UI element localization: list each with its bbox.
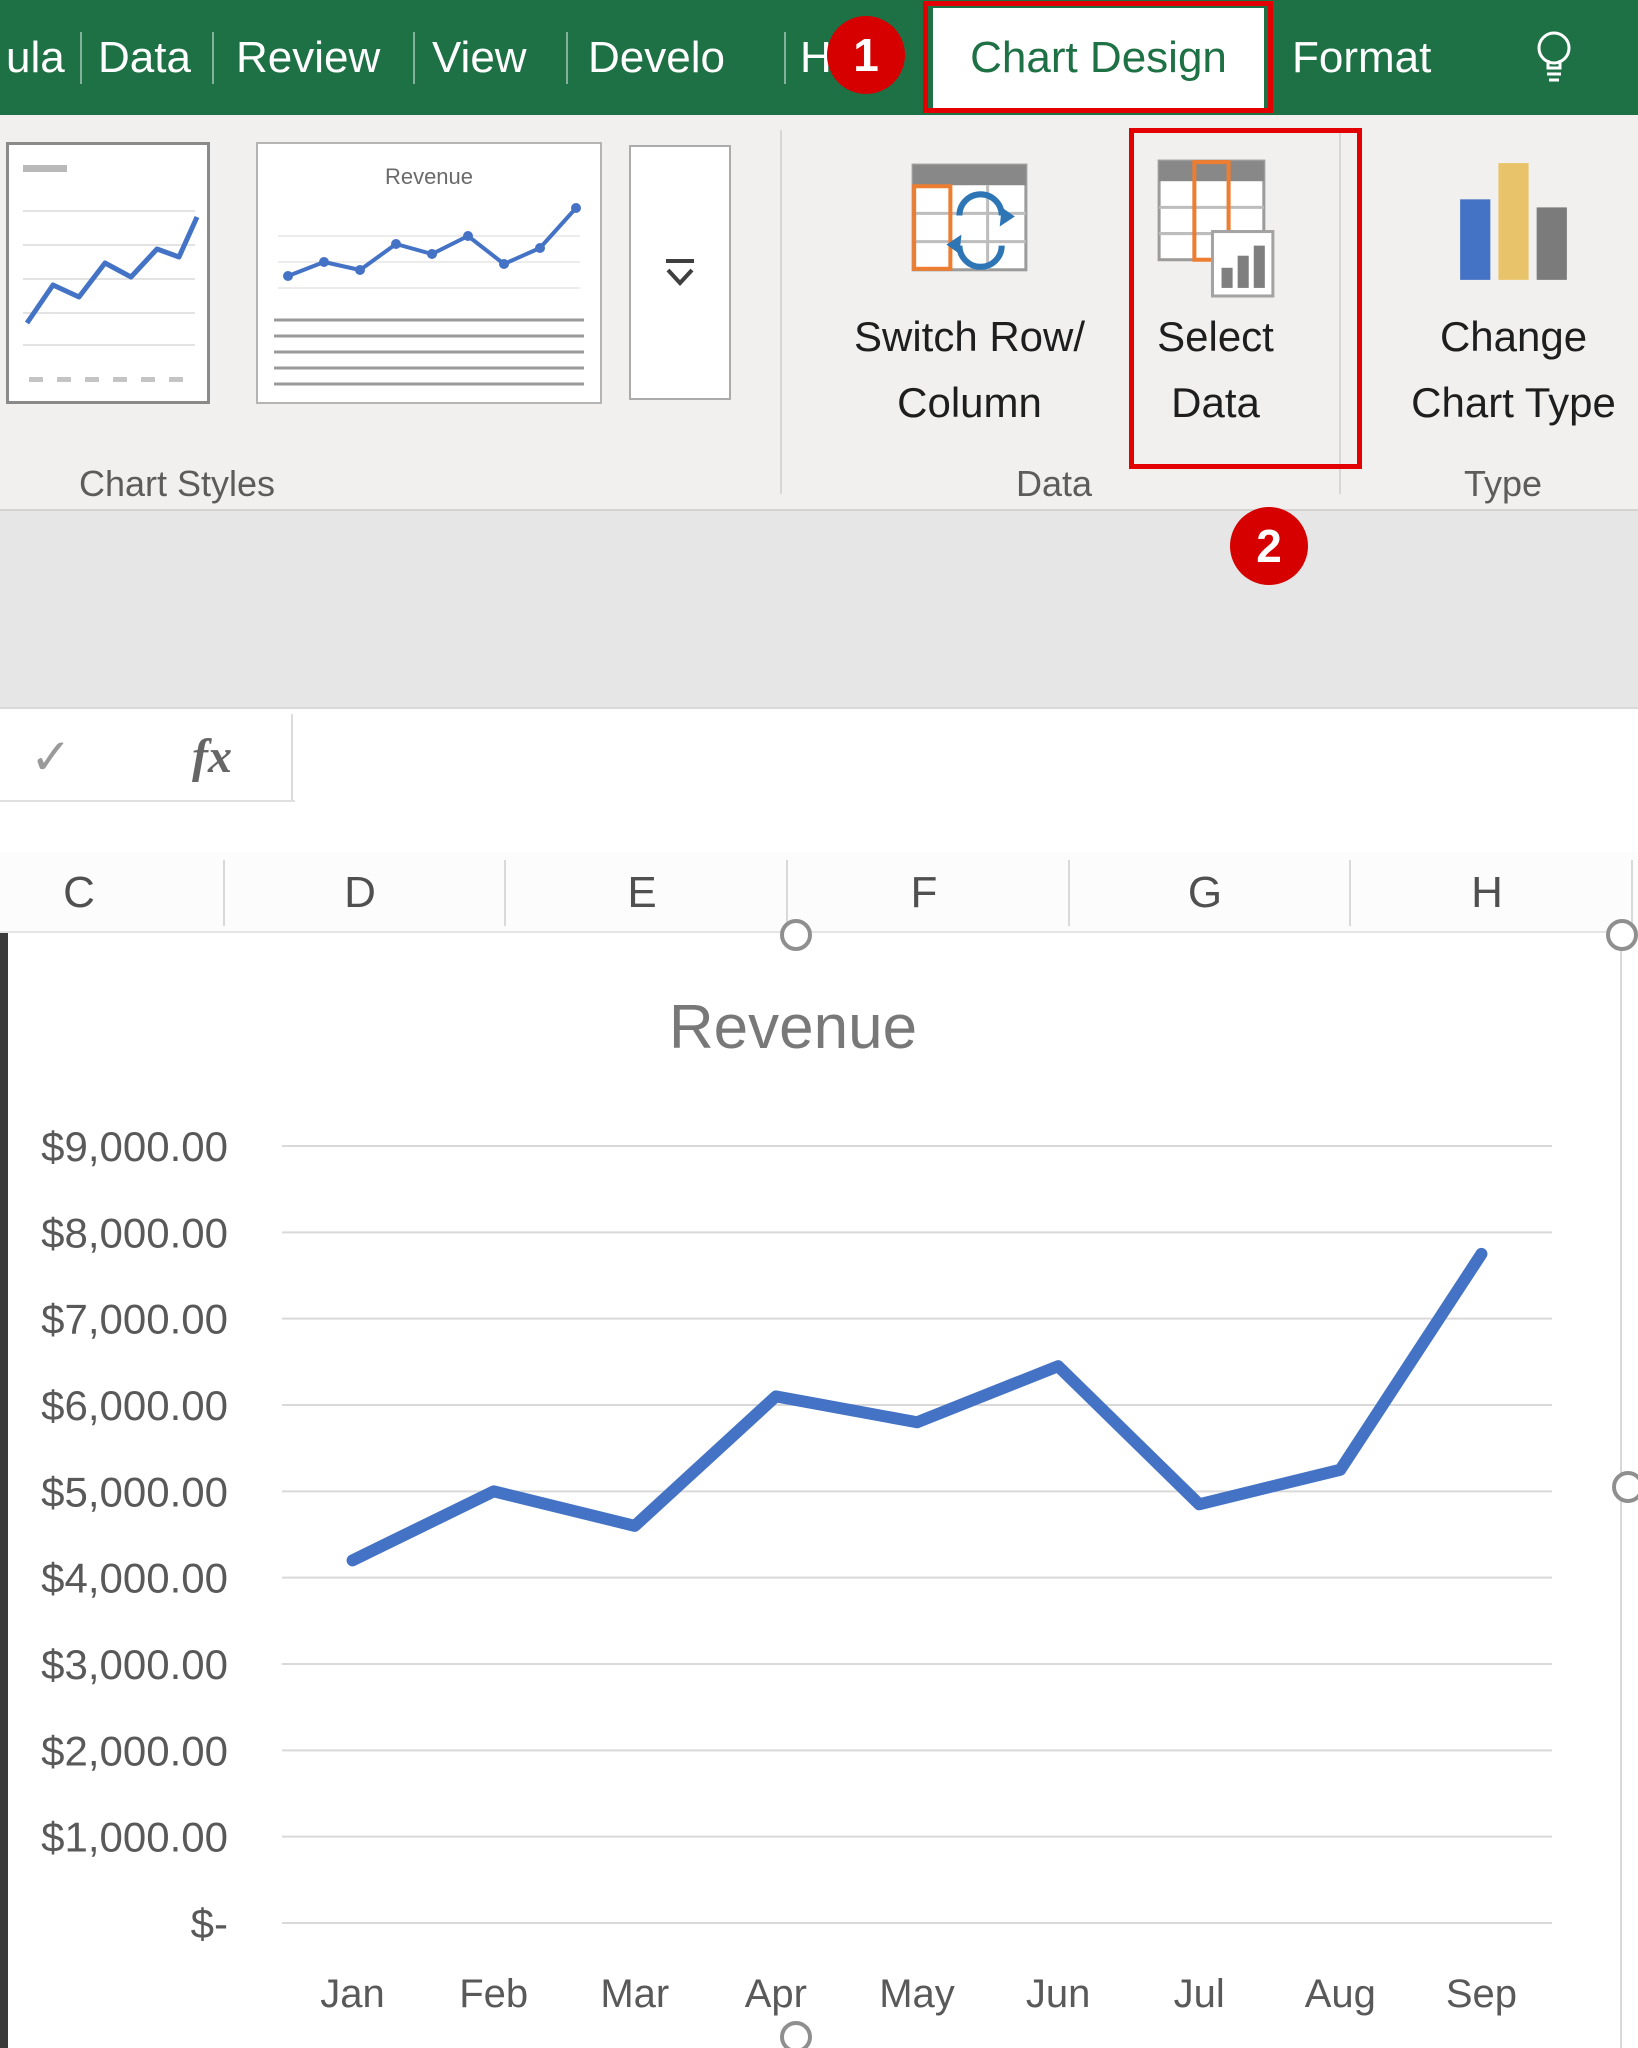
tab-formulas-partial[interactable]: ula xyxy=(6,0,65,115)
tab-view[interactable]: View xyxy=(432,0,527,115)
switch-row-column-icon xyxy=(911,163,1028,272)
x-axis-tick-label: May xyxy=(879,1972,955,2016)
chart-styles-more-button[interactable] xyxy=(629,145,731,400)
ribbon-group-divider xyxy=(780,130,782,494)
thumbnail-title: Revenue xyxy=(385,164,473,189)
tab-data[interactable]: Data xyxy=(98,0,191,115)
group-label-data: Data xyxy=(1015,463,1093,504)
chart-resize-handle-bottom-center[interactable] xyxy=(780,2021,812,2048)
collapsed-area xyxy=(0,511,1638,707)
enter-checkmark-icon[interactable]: ✓ xyxy=(30,709,72,804)
column-divider xyxy=(1349,860,1351,926)
y-axis-tick-label: $5,000.00 xyxy=(41,1468,228,1515)
formula-bar: ✓ fx xyxy=(0,707,1638,804)
column-header-e[interactable]: E xyxy=(627,852,656,933)
x-axis-tick-label: Mar xyxy=(600,1972,669,2016)
change-chart-type-label-line2: Chart Type xyxy=(1411,379,1616,426)
formula-bar-input[interactable] xyxy=(295,709,1638,804)
annotation-box-chart-design xyxy=(923,1,1273,113)
chart-resize-handle-right-middle[interactable] xyxy=(1612,1471,1638,1503)
column-header-row: C D E F G H xyxy=(0,852,1638,933)
change-chart-type-icon xyxy=(1460,163,1567,280)
switch-row-column-label-line1: Switch Row/ xyxy=(853,313,1086,360)
column-divider xyxy=(504,860,506,926)
tab-divider xyxy=(784,32,786,84)
change-chart-type-button[interactable]: Change Chart Type xyxy=(1406,133,1621,495)
column-header-c[interactable]: C xyxy=(63,852,95,933)
ribbon-tab-bar: ula Data Review View Develo H Chart Desi… xyxy=(0,0,1638,115)
change-chart-type-label-line1: Change xyxy=(1439,313,1588,360)
x-axis-tick-label: Jun xyxy=(1026,1972,1091,2016)
group-label-chart-styles: Chart Styles xyxy=(78,463,276,504)
chart-resize-handle-top-right[interactable] xyxy=(1606,919,1638,951)
y-axis-tick-label: $- xyxy=(191,1900,228,1947)
switch-row-column-label-line2: Column xyxy=(897,379,1042,426)
column-divider xyxy=(1068,860,1070,926)
chart-style-preview-icon: Revenue xyxy=(274,164,584,386)
x-axis-tick-label: Feb xyxy=(459,1972,528,2016)
tab-format[interactable]: Format xyxy=(1292,0,1431,115)
annotation-step-2-number: 2 xyxy=(1256,520,1282,572)
group-label-type: Type xyxy=(1463,463,1543,504)
column-header-d[interactable]: D xyxy=(344,852,376,933)
column-header-f[interactable]: F xyxy=(911,852,938,933)
chart-style-thumbnail-2[interactable]: Revenue xyxy=(256,142,602,404)
column-divider xyxy=(1631,860,1633,926)
chart-resize-handle-top-center[interactable] xyxy=(780,919,812,951)
y-axis-tick-label: $2,000.00 xyxy=(41,1727,228,1774)
y-axis-tick-label: $6,000.00 xyxy=(41,1382,228,1429)
column-header-g[interactable]: G xyxy=(1188,852,1222,933)
switch-row-column-button[interactable]: Switch Row/ Column xyxy=(854,133,1085,495)
y-axis-tick-label: $4,000.00 xyxy=(41,1555,228,1602)
formula-bar-divider xyxy=(291,714,293,800)
x-axis-tick-label: Aug xyxy=(1305,1972,1376,2016)
annotation-step-1-number: 1 xyxy=(853,29,879,81)
excel-window: ula Data Review View Develo H Chart Desi… xyxy=(0,0,1638,2048)
tab-divider xyxy=(413,32,415,84)
x-axis-tick-label: Jan xyxy=(320,1972,385,2016)
gallery-more-icon xyxy=(666,258,694,286)
annotation-step-1: 1 xyxy=(827,16,905,94)
column-divider xyxy=(786,860,788,926)
y-axis-tick-label: $1,000.00 xyxy=(41,1814,228,1861)
ribbon-body: Revenue Switch Row/ Column Select Data C… xyxy=(0,115,1638,511)
lightbulb-icon[interactable] xyxy=(1530,26,1578,88)
column-divider xyxy=(223,860,225,926)
annotation-box-select-data xyxy=(1129,128,1362,469)
tab-developer-partial[interactable]: Develo xyxy=(588,0,725,115)
chart-style-preview-icon xyxy=(23,165,200,382)
y-axis-tick-label: $8,000.00 xyxy=(41,1209,228,1256)
worksheet-area: $- $1,000.00 $2,000.00 $3,000.00 $4,000.00 $5… xyxy=(0,933,1638,2048)
revenue-series-line[interactable] xyxy=(346,1247,1488,1567)
tab-divider xyxy=(566,32,568,84)
chart-title[interactable]: Revenue xyxy=(669,992,917,1063)
tab-review[interactable]: Review xyxy=(236,0,380,115)
x-axis-tick-label: Apr xyxy=(745,1972,807,2016)
insert-function-button[interactable]: fx xyxy=(192,709,232,804)
spacer xyxy=(0,802,1638,852)
chart-style-thumbnail-1[interactable] xyxy=(6,142,210,404)
y-axis-tick-label: $9,000.00 xyxy=(41,1123,228,1170)
x-axis-tick-label: Jul xyxy=(1174,1972,1225,2016)
y-axis-tick-label: $3,000.00 xyxy=(41,1641,228,1688)
tab-divider xyxy=(212,32,214,84)
x-axis-tick-label: Sep xyxy=(1446,1972,1517,2016)
y-axis-tick-label: $7,000.00 xyxy=(41,1296,228,1343)
annotation-step-2: 2 xyxy=(1230,507,1308,585)
column-header-h[interactable]: H xyxy=(1471,852,1503,933)
tab-divider xyxy=(80,32,82,84)
revenue-line-chart[interactable]: $- $1,000.00 $2,000.00 $3,000.00 $4,000.00 $5… xyxy=(0,933,1638,2048)
